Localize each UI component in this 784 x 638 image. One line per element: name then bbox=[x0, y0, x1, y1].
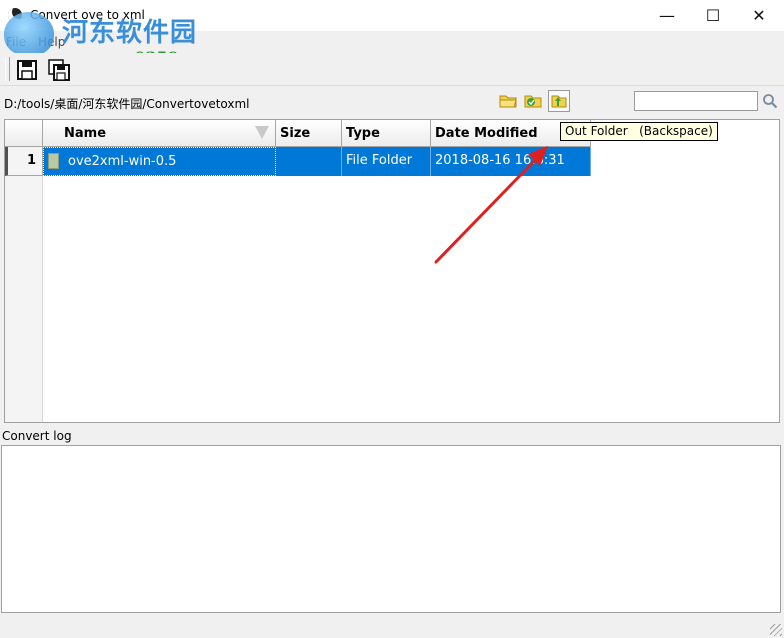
cell-type: File Folder bbox=[342, 147, 431, 176]
menu-help[interactable]: Help bbox=[38, 35, 65, 49]
cell-name[interactable]: ove2xml-win-0.5 bbox=[43, 147, 276, 176]
save-all-icon bbox=[48, 59, 70, 81]
app-icon bbox=[8, 8, 22, 22]
save-icon bbox=[17, 60, 37, 80]
menu-bar: File Help bbox=[0, 31, 784, 53]
out-folder-button[interactable] bbox=[548, 90, 570, 112]
file-list[interactable]: Name Size Type Date Modified 1 ove2xml-w… bbox=[4, 119, 780, 423]
toolbar-grip[interactable] bbox=[5, 57, 10, 81]
search-icon bbox=[763, 94, 778, 109]
menu-file[interactable]: File bbox=[6, 35, 26, 49]
cell-name-text: ove2xml-win-0.5 bbox=[68, 154, 177, 169]
column-header-size[interactable]: Size bbox=[276, 120, 342, 147]
path-bar: D:/tools/桌面/河东软件园/Convertovetoxml bbox=[0, 86, 784, 118]
resize-grip-icon[interactable] bbox=[770, 624, 782, 636]
current-path: D:/tools/桌面/河东软件园/Convertovetoxml bbox=[4, 97, 250, 111]
folder-favorite-icon bbox=[524, 95, 542, 108]
column-header-name-label: Name bbox=[64, 126, 107, 141]
header-corner bbox=[5, 120, 43, 147]
search-button[interactable] bbox=[762, 93, 778, 109]
maximize-icon: ☐ bbox=[705, 6, 721, 25]
column-header-type[interactable]: Type bbox=[342, 120, 431, 147]
folder-icon bbox=[499, 95, 517, 108]
cell-size bbox=[276, 147, 342, 176]
window-title: Convert ove to xml bbox=[30, 8, 145, 22]
close-icon: ✕ bbox=[752, 6, 766, 25]
folder-icon bbox=[48, 153, 59, 169]
save-button[interactable] bbox=[16, 59, 38, 81]
favorite-folder-button[interactable] bbox=[523, 92, 543, 110]
row-number: 1 bbox=[5, 147, 43, 176]
cell-date-modified: 2018-08-16 16:6:31 bbox=[431, 147, 591, 176]
convert-log-label: Convert log bbox=[0, 425, 784, 445]
tooltip: Out Folder (Backspace) bbox=[560, 122, 718, 141]
convert-log-area[interactable] bbox=[1, 445, 781, 613]
column-header-name[interactable]: Name bbox=[43, 120, 276, 147]
title-bar: Convert ove to xml — ☐ ✕ bbox=[0, 0, 784, 31]
minimize-button[interactable]: — bbox=[644, 0, 690, 31]
search-input[interactable] bbox=[634, 91, 758, 111]
minimize-icon: — bbox=[659, 6, 675, 25]
close-button[interactable]: ✕ bbox=[736, 0, 782, 31]
folder-up-icon bbox=[551, 95, 567, 108]
open-folder-button[interactable] bbox=[498, 92, 518, 110]
toolbar bbox=[0, 53, 784, 86]
table-row[interactable]: 1 ove2xml-win-0.5 File Folder 2018-08-16… bbox=[5, 147, 591, 176]
maximize-button[interactable]: ☐ bbox=[690, 0, 736, 31]
sort-descending-icon bbox=[255, 126, 269, 139]
status-bar bbox=[0, 614, 784, 638]
save-all-button[interactable] bbox=[48, 59, 70, 81]
